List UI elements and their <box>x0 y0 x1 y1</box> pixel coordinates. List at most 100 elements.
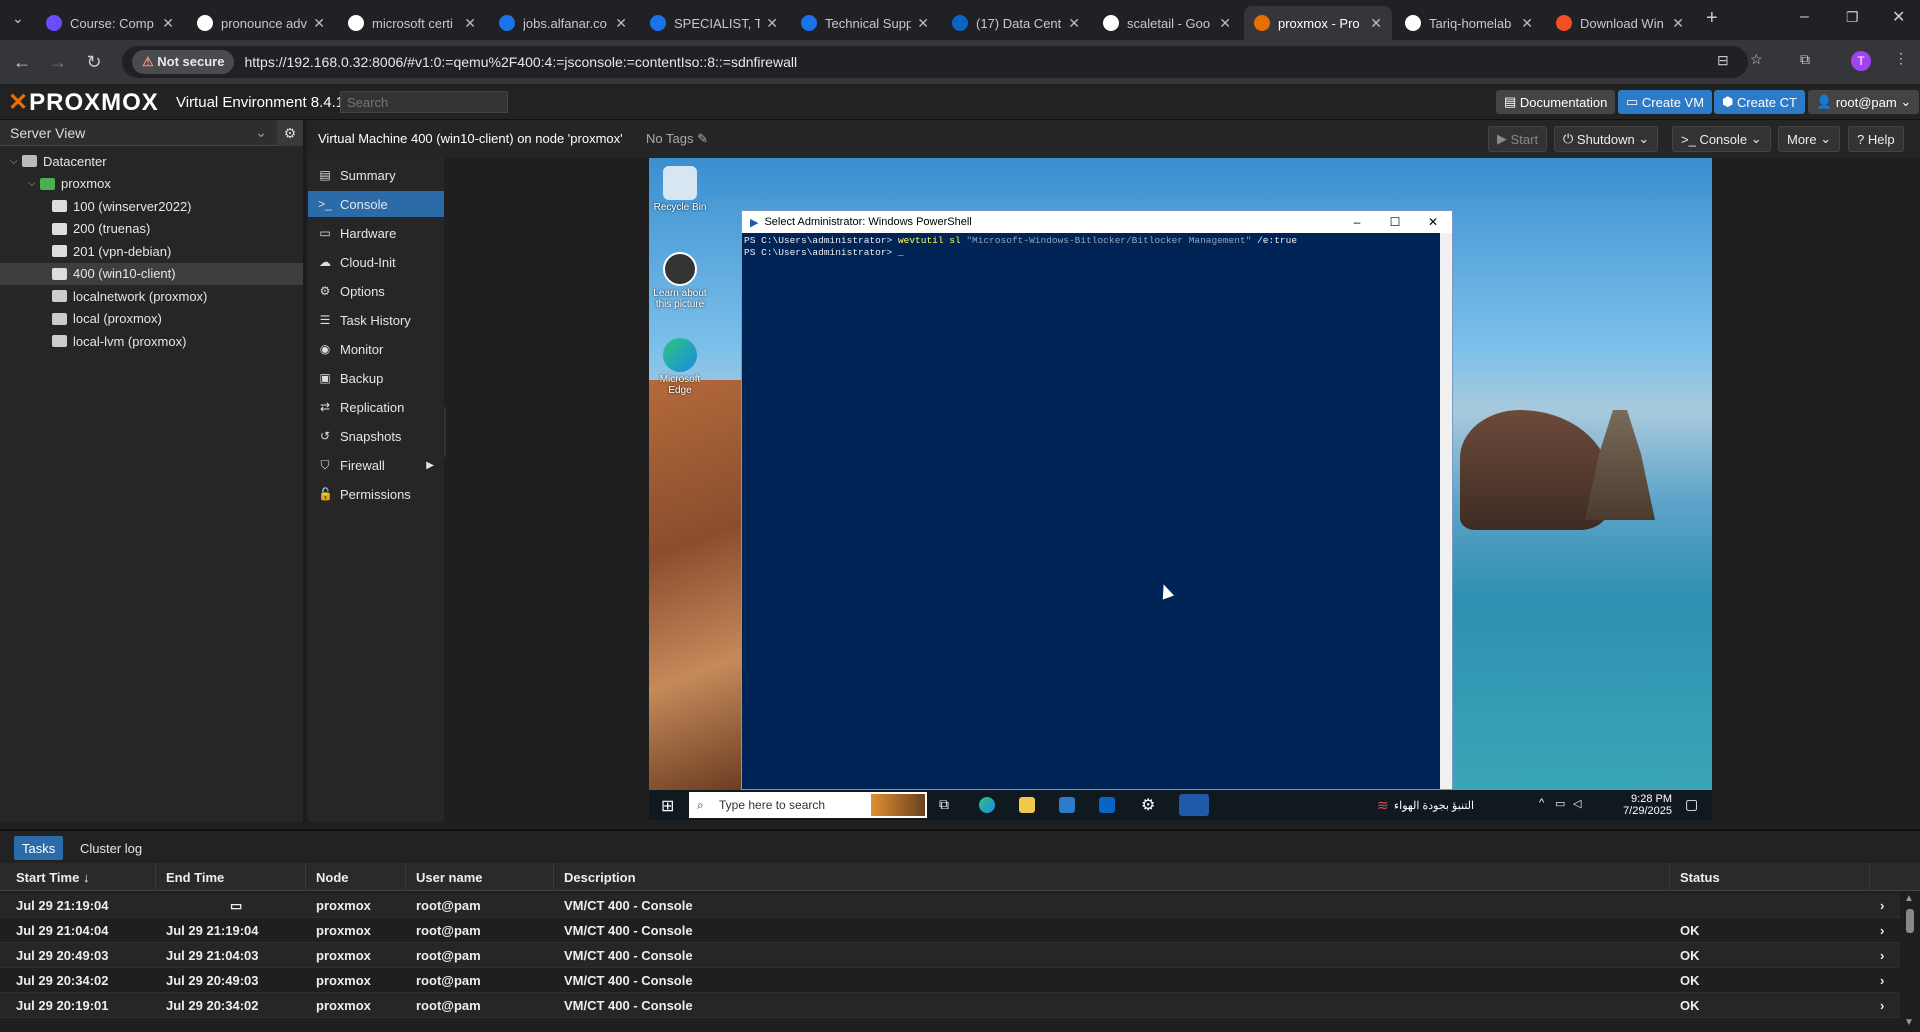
install-app-icon[interactable]: ⊟ <box>1717 52 1729 69</box>
col-end-time[interactable]: End Time <box>158 863 306 891</box>
browser-menu-icon[interactable]: ⋮ <box>1894 50 1908 67</box>
tree-item[interactable]: local-lvm (proxmox) <box>0 330 303 352</box>
menu-item-monitor[interactable]: ◉ Monitor <box>308 336 444 362</box>
scroll-down-icon[interactable]: ▼ <box>1904 1017 1914 1028</box>
search-input[interactable] <box>340 91 508 113</box>
col-status[interactable]: Status <box>1672 863 1870 891</box>
close-tab-icon[interactable]: ✕ <box>1219 15 1231 32</box>
create-vm-button[interactable]: ▭ Create VM <box>1618 90 1713 114</box>
col-node[interactable]: Node <box>308 863 406 891</box>
browser-tab[interactable]: (17) Data Cent ✕ <box>942 6 1090 40</box>
powershell-output[interactable]: PS C:\Users\administrator> wevtutil sl "… <box>742 233 1452 261</box>
scroll-up-icon[interactable]: ▲ <box>1904 893 1914 904</box>
close-icon[interactable]: ✕ <box>1414 215 1452 229</box>
close-tab-icon[interactable]: ✕ <box>1521 15 1533 32</box>
pencil-icon[interactable]: ✎ <box>697 131 708 146</box>
table-row[interactable]: Jul 29 20:34:02 Jul 29 20:49:03 proxmox roo… <box>0 968 1900 993</box>
tab-tasks[interactable]: Tasks <box>14 836 64 860</box>
gear-icon[interactable]: ⚙ <box>277 120 303 146</box>
tree-item[interactable]: 201 (vpn-debian) <box>0 240 303 262</box>
bookmark-star-icon[interactable]: ☆ <box>1750 51 1763 68</box>
chevron-right-icon[interactable]: › <box>1872 993 1884 1018</box>
task-view-icon[interactable]: ⧉ <box>939 796 949 813</box>
chevron-right-icon[interactable]: › <box>1872 943 1884 968</box>
browser-tab[interactable]: SPECIALIST, TE ✕ <box>640 6 788 40</box>
volume-icon[interactable]: ◁ <box>1573 797 1581 810</box>
not-secure-badge[interactable]: ⚠ Not secure <box>132 50 235 74</box>
more-button[interactable]: More ⌄ <box>1778 126 1841 152</box>
tab-cluster-log[interactable]: Cluster log <box>72 836 150 860</box>
console-button[interactable]: >_ Console ⌄ <box>1672 126 1771 152</box>
menu-item-backup[interactable]: ▣ Backup <box>308 365 444 391</box>
user-menu-button[interactable]: 👤 root@pam ⌄ <box>1808 90 1920 114</box>
browser-tab[interactable]: scaletail - Goo ✕ <box>1093 6 1241 40</box>
tab-search-icon[interactable]: ⌄ <box>12 10 24 27</box>
close-tab-icon[interactable]: ✕ <box>313 15 325 32</box>
browser-tab[interactable]: pronounce adv ✕ <box>187 6 335 40</box>
url-bar[interactable]: ⚠ Not secure https://192.168.0.32:8006/#… <box>122 46 1748 78</box>
browser-tab[interactable]: Download Win ✕ <box>1546 6 1694 40</box>
close-tab-icon[interactable]: ✕ <box>162 15 174 32</box>
forward-icon[interactable]: → <box>44 48 72 76</box>
powershell-titlebar[interactable]: ▶ Select Administrator: Windows PowerShe… <box>742 211 1452 233</box>
create-ct-button[interactable]: ⬢ Create CT <box>1714 90 1805 114</box>
menu-item-replication[interactable]: ⇄ Replication <box>308 394 444 420</box>
powershell-taskbar-icon[interactable] <box>1179 794 1209 816</box>
no-tags-label[interactable]: No Tags ✎ <box>646 131 708 147</box>
maximize-icon[interactable]: ☐ <box>1376 215 1414 229</box>
url-text[interactable]: https://192.168.0.32:8006/#v1:0:=qemu%2F… <box>244 54 797 70</box>
tree-item[interactable]: localnetwork (proxmox) <box>0 285 303 307</box>
close-tab-icon[interactable]: ✕ <box>1068 15 1080 32</box>
table-row[interactable]: Jul 29 21:04:04 Jul 29 21:19:04 proxmox roo… <box>0 918 1900 943</box>
outlook-icon[interactable] <box>1099 797 1115 813</box>
menu-item-task-history[interactable]: ☰ Task History <box>308 307 444 333</box>
help-button[interactable]: ? Help <box>1848 126 1904 152</box>
weather-widget-text[interactable]: التنبؤ بجودة الهواء <box>1394 799 1474 812</box>
tree-expand-icon[interactable]: ⌵ <box>10 156 22 167</box>
browser-tab[interactable]: Tariq-homelab ✕ <box>1395 6 1543 40</box>
documentation-button[interactable]: ▤ Documentation <box>1496 90 1616 114</box>
powershell-window[interactable]: ▶ Select Administrator: Windows PowerShe… <box>741 210 1453 790</box>
menu-item-hardware[interactable]: ▭ Hardware <box>308 220 444 246</box>
close-tab-icon[interactable]: ✕ <box>1672 15 1684 32</box>
minimize-icon[interactable]: – <box>1338 215 1376 229</box>
edge-shortcut[interactable]: Microsoft Edge <box>652 338 708 396</box>
tree-expand-icon[interactable]: ⌵ <box>28 178 40 189</box>
browser-tab[interactable]: Technical Supp ✕ <box>791 6 939 40</box>
extensions-icon[interactable]: ⧉ <box>1800 51 1810 68</box>
table-row[interactable]: Jul 29 21:19:04 proxmox root@pam VM/CT 400 … <box>0 893 1900 918</box>
tray-chevron-icon[interactable]: ^ <box>1539 797 1544 809</box>
chevron-right-icon[interactable]: › <box>1872 893 1884 918</box>
edge-icon[interactable] <box>979 797 995 813</box>
notification-icon[interactable]: ▢ <box>1685 796 1698 813</box>
recycle-bin-shortcut[interactable]: Recycle Bin <box>652 166 708 213</box>
menu-item-snapshots[interactable]: ↺ Snapshots <box>308 423 444 449</box>
table-row[interactable]: Jul 29 20:19:01 Jul 29 20:34:02 proxmox roo… <box>0 993 1900 1018</box>
tree-item[interactable]: local (proxmox) <box>0 308 303 330</box>
close-tab-icon[interactable]: ✕ <box>1370 15 1382 32</box>
back-icon[interactable]: ← <box>8 48 36 76</box>
network-icon[interactable]: ▭ <box>1555 797 1565 810</box>
menu-item-console[interactable]: >_ Console <box>308 191 444 217</box>
settings-gear-icon[interactable]: ⚙ <box>1141 795 1155 815</box>
restore-icon[interactable]: ❐ <box>1846 9 1859 26</box>
profile-avatar[interactable]: T <box>1851 51 1871 71</box>
caret-right-icon[interactable]: ▶ <box>426 460 434 471</box>
chevron-right-icon[interactable]: › <box>1872 968 1884 993</box>
menu-item-cloud-init[interactable]: ☁ Cloud-Init <box>308 249 444 275</box>
tree-item[interactable]: 100 (winserver2022) <box>0 195 303 217</box>
log-scrollbar[interactable]: ▲ ▼ <box>1900 891 1920 1032</box>
clock[interactable]: 9:28 PM 7/29/2025 <box>1623 793 1672 817</box>
tree-item[interactable]: 400 (win10-client) <box>0 262 303 285</box>
new-tab-button[interactable]: + <box>1706 7 1718 30</box>
close-tab-icon[interactable]: ✕ <box>615 15 627 32</box>
browser-tab[interactable]: Course: Comp ✕ <box>36 6 184 40</box>
close-tab-icon[interactable]: ✕ <box>464 15 476 32</box>
menu-item-options[interactable]: ⚙ Options <box>308 278 444 304</box>
col-description[interactable]: Description <box>556 863 1670 891</box>
chevron-right-icon[interactable]: › <box>1872 918 1884 943</box>
taskbar-search[interactable]: ⌕ Type here to search <box>689 792 927 818</box>
server-view-select[interactable]: Server View ⌄ ⚙ <box>0 120 303 146</box>
close-window-icon[interactable]: ✕ <box>1892 7 1905 27</box>
powershell-scrollbar[interactable] <box>1440 233 1452 789</box>
